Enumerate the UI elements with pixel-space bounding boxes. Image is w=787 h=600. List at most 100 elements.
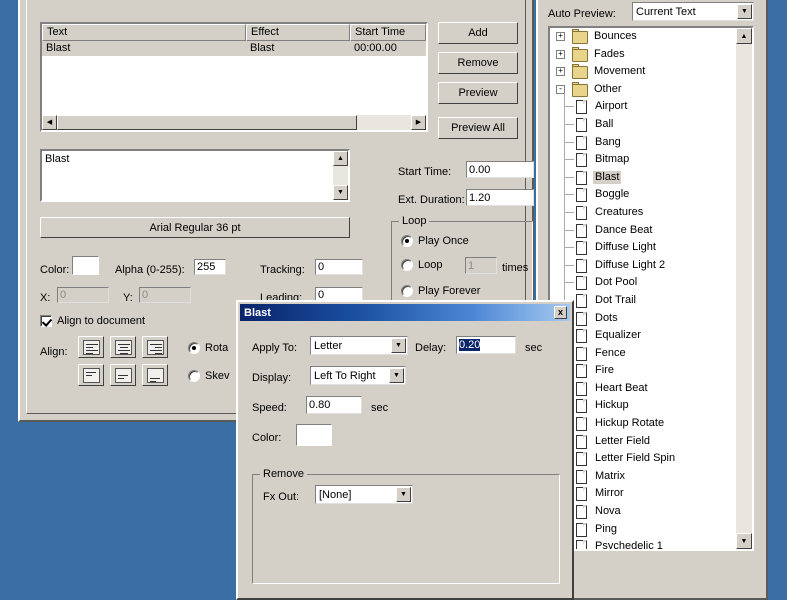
ext-duration-label: Ext. Duration: [398,194,465,206]
tree-item-letter-field[interactable]: Letter Field [550,433,736,451]
dialog-title-bar[interactable]: Blast x [240,304,570,321]
tree-item-diffuse-light[interactable]: Diffuse Light [550,239,736,257]
tree-item-equalizer[interactable]: Equalizer [550,327,736,345]
tree-item-matrix[interactable]: Matrix [550,468,736,486]
font-button[interactable]: Arial Regular 36 pt [40,217,350,238]
tree-item-airport[interactable]: Airport [550,98,736,116]
font-button-label: Arial Regular 36 pt [149,221,241,234]
scroll-up-icon[interactable]: ▲ [333,151,348,166]
document-icon [576,311,587,326]
tree-item-dance-beat[interactable]: Dance Beat [550,222,736,240]
table-row[interactable]: Blast Blast 00:00.00 [42,41,426,56]
tree-item-psychedelic-1[interactable]: Psychedelic 1 [550,538,736,549]
tree-item-label: Psychedelic 1 [595,540,663,549]
tree-item-dot-pool[interactable]: Dot Pool [550,274,736,292]
close-icon[interactable]: x [554,306,567,319]
tree-item-blast[interactable]: Blast [550,169,736,187]
remove-group: Remove Fx Out: [None] ▼ [252,468,560,584]
align-to-document-checkbox[interactable]: Align to document [40,315,145,327]
expand-icon[interactable]: + [556,67,565,77]
tree-item-diffuse-light-2[interactable]: Diffuse Light 2 [550,257,736,275]
align-bottom-button[interactable] [142,364,168,386]
tree-item-fence[interactable]: Fence [550,345,736,363]
color-swatch[interactable] [72,256,99,275]
display-dropdown[interactable]: Left To Right ▼ [310,366,406,385]
chevron-down-icon[interactable]: ▼ [396,487,411,502]
tree-item-dots[interactable]: Dots [550,310,736,328]
tree-vertical-scrollbar[interactable]: ▲ ▼ [736,28,752,549]
skew-radio[interactable]: Skev [188,370,229,382]
start-time-label: Start Time: [398,166,452,178]
alpha-input[interactable]: 255 [194,259,226,275]
hscroll-track[interactable] [357,115,411,130]
tree-item-ball[interactable]: Ball [550,116,736,134]
remove-button[interactable]: Remove [438,52,518,74]
list-horizontal-scrollbar[interactable]: ◀ ▶ [42,115,426,130]
tree-item-other[interactable]: - Other [550,81,736,99]
chevron-down-icon[interactable]: ▼ [391,338,406,353]
add-button[interactable]: Add [438,22,518,44]
tree-item-boggle[interactable]: Boggle [550,186,736,204]
rotate-radio[interactable]: Rota [188,342,228,354]
column-header-start-time[interactable]: Start Time [350,24,426,41]
preview-all-button[interactable]: Preview All [438,117,518,139]
expand-icon[interactable]: + [556,32,565,41]
scroll-up-icon[interactable]: ▲ [736,28,752,44]
align-middle-button[interactable] [110,364,136,386]
tree-item-movement[interactable]: + Movement [550,63,736,81]
document-icon [576,170,587,185]
start-time-input[interactable]: 0.00 [466,161,534,178]
tree-item-nova[interactable]: Nova [550,503,736,521]
text-input-scrollbar[interactable]: ▲ ▼ [333,151,348,200]
document-icon [576,434,587,449]
hscroll-thumb[interactable] [57,115,357,130]
scroll-right-icon[interactable]: ▶ [411,115,426,130]
auto-preview-dropdown[interactable]: Current Text ▼ [632,2,754,21]
document-icon [576,100,587,115]
tree-item-letter-field-spin[interactable]: Letter Field Spin [550,450,736,468]
tree-item-bitmap[interactable]: Bitmap [550,151,736,169]
column-header-effect[interactable]: Effect [246,24,350,41]
tracking-input[interactable]: 0 [315,259,363,275]
align-center-button[interactable] [110,336,136,358]
dialog-color-swatch[interactable] [296,424,332,446]
chevron-down-icon[interactable]: ▼ [389,368,404,383]
expand-icon[interactable]: + [556,49,565,59]
text-input[interactable]: Blast ▲ ▼ [40,149,350,202]
tree-item-fire[interactable]: Fire [550,362,736,380]
tree-item-hickup-rotate[interactable]: Hickup Rotate [550,415,736,433]
effects-tree[interactable]: + Bounces + Fades + Movement - Other Airport Ball… [548,26,754,551]
align-right-button[interactable] [142,336,168,358]
tree-item-label: Fire [595,364,614,377]
tree-item-bang[interactable]: Bang [550,134,736,152]
tree-item-fades[interactable]: + Fades [550,46,736,64]
apply-to-dropdown[interactable]: Letter ▼ [310,336,408,355]
tree-item-creatures[interactable]: Creatures [550,204,736,222]
scroll-down-icon[interactable]: ▼ [333,185,348,200]
speed-input[interactable]: 0.80 [306,396,362,414]
align-top-button[interactable] [78,364,104,386]
tree-item-hickup[interactable]: Hickup [550,397,736,415]
tree-item-heart-beat[interactable]: Heart Beat [550,380,736,398]
text-effect-list[interactable]: Text Effect Start Time Blast Blast 00:00… [40,22,428,132]
loop-times-label: times [502,262,529,274]
preview-button[interactable]: Preview [438,82,518,104]
tree-item-ping[interactable]: Ping [550,521,736,539]
radio-icon-play-forever [401,285,413,297]
text-input-value: Blast [45,153,70,165]
loop-radio[interactable]: Loop [401,259,442,271]
scroll-left-icon[interactable]: ◀ [42,115,57,130]
play-once-radio[interactable]: Play Once [401,235,469,247]
ext-duration-input[interactable]: 1.20 [466,189,534,206]
chevron-down-icon[interactable]: ▼ [737,4,752,19]
tree-item-bounces[interactable]: + Bounces [550,28,736,46]
play-forever-radio[interactable]: Play Forever [401,285,480,297]
fx-out-dropdown[interactable]: [None] ▼ [315,485,413,504]
document-icon [576,329,587,344]
tree-item-dot-trail[interactable]: Dot Trail [550,292,736,310]
align-left-button[interactable] [78,336,104,358]
scroll-down-icon[interactable]: ▼ [736,533,752,549]
tree-item-mirror[interactable]: Mirror [550,485,736,503]
column-header-text[interactable]: Text [42,24,246,41]
delay-input[interactable]: 0.20 [456,336,516,354]
